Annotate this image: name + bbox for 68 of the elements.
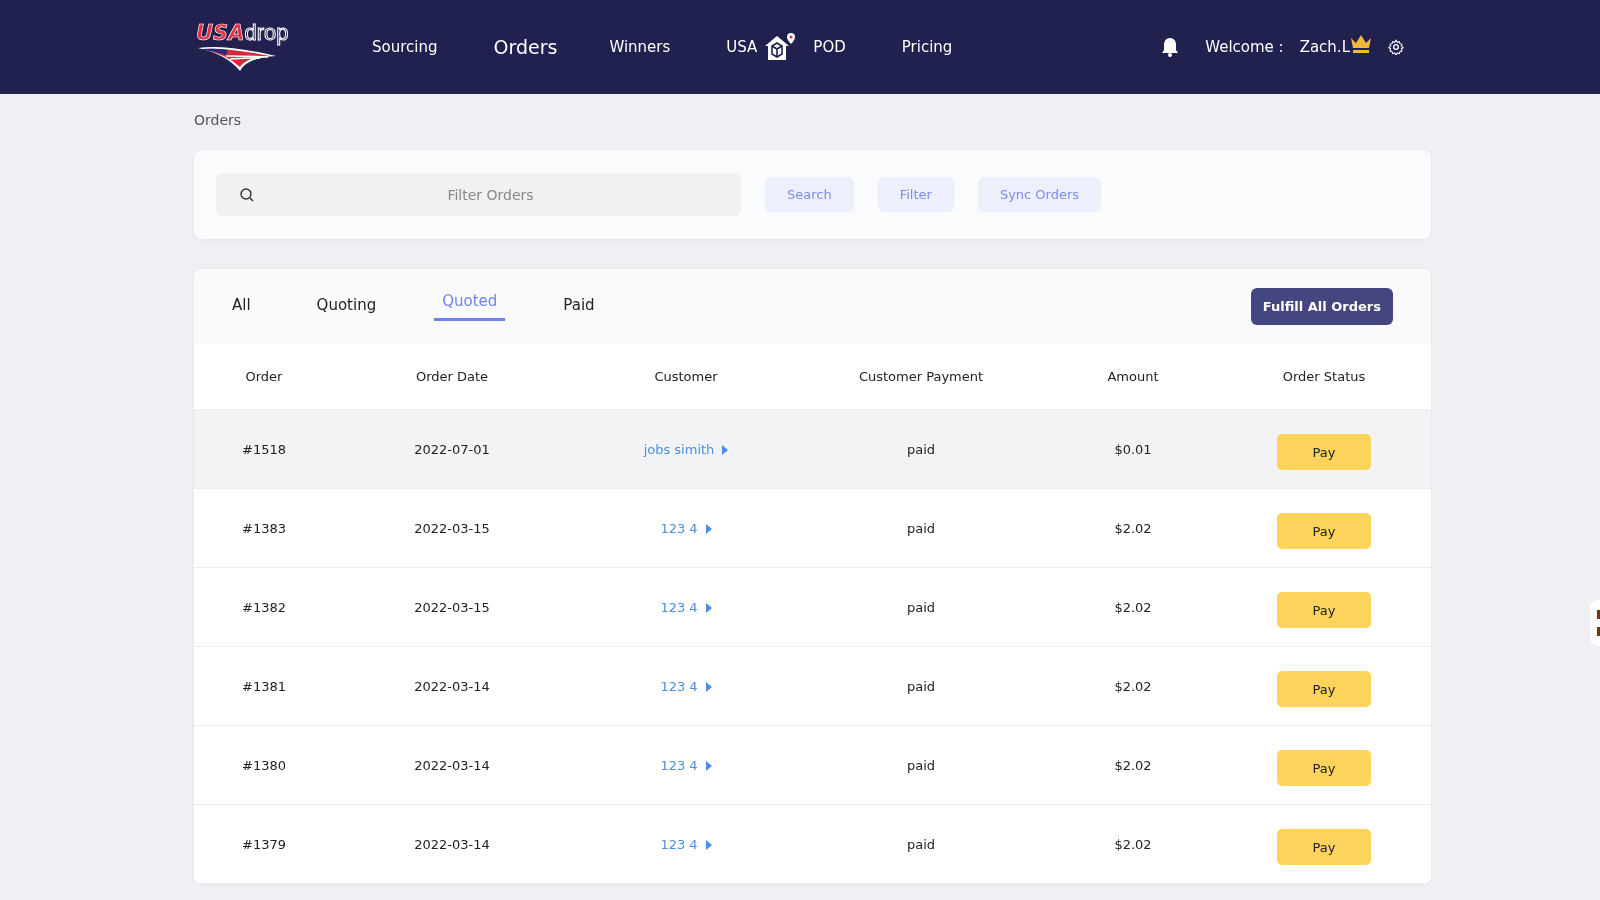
nav-link[interactable]: Orders — [493, 36, 558, 58]
table-cell-text: 2022-03-14 — [413, 757, 491, 773]
search-field[interactable]: Filter Orders — [216, 173, 741, 216]
table-cell-text: $2.02 — [1113, 836, 1153, 852]
table-cell-text: paid — [905, 678, 937, 694]
table-cell-text: #1382 — [241, 599, 287, 615]
caret-icon — [705, 524, 712, 534]
breadcrumb: Orders — [194, 112, 242, 128]
table-cell-text: $2.02 — [1113, 599, 1153, 615]
nav-text: USA — [726, 38, 758, 56]
table-cell-text: 2022-07-01 — [413, 441, 491, 457]
customer-link[interactable]: 123 4 — [660, 836, 698, 852]
column-header: Customer Payment — [857, 369, 985, 384]
table-cell-text: $2.02 — [1113, 757, 1153, 773]
side-tab[interactable] — [1590, 600, 1600, 646]
table-cell-text: paid — [905, 441, 937, 457]
caret-icon — [722, 445, 729, 455]
caret-icon — [705, 840, 712, 850]
fulfill-all-button[interactable]: Fulfill All Orders — [1250, 288, 1393, 325]
table-cell-text: $2.02 — [1113, 520, 1153, 536]
nav-link[interactable]: Sourcing — [372, 38, 438, 56]
customer-link[interactable]: 123 4 — [660, 757, 698, 773]
caret-icon — [705, 603, 712, 613]
column-header: Amount — [1106, 369, 1160, 384]
table-cell-text: paid — [905, 836, 937, 852]
nav-link[interactable]: Pricing — [901, 38, 953, 56]
table-cell-text: 2022-03-14 — [413, 836, 491, 852]
column-header: Order — [244, 369, 284, 384]
status-tab[interactable]: Quoting — [308, 296, 385, 317]
nav-link[interactable]: USA POD — [726, 32, 846, 62]
table-cell-text: #1379 — [241, 836, 287, 852]
table-cell-text: $0.01 — [1113, 441, 1153, 457]
column-header: Order Date — [414, 369, 490, 384]
pay-button[interactable]: Pay — [1277, 513, 1371, 549]
column-header: Customer — [653, 369, 719, 384]
pay-button[interactable]: Pay — [1277, 434, 1371, 470]
pay-button[interactable]: Pay — [1277, 750, 1371, 786]
table-cell-text: #1383 — [241, 520, 287, 536]
table-cell-text: paid — [905, 520, 937, 536]
table-cell-text: 2022-03-15 — [413, 520, 491, 536]
caret-icon — [705, 682, 712, 692]
customer-link[interactable]: 123 4 — [660, 520, 698, 536]
table-cell-text: 2022-03-14 — [413, 678, 491, 694]
table-cell-text: paid — [905, 599, 937, 615]
table-cell-text: #1518 — [241, 441, 287, 457]
table-cell-text: $2.02 — [1113, 678, 1153, 694]
settings-icon[interactable] — [1388, 39, 1404, 55]
column-header: Order Status — [1281, 369, 1367, 384]
table-cell-text: paid — [905, 757, 937, 773]
crown-icon — [1350, 33, 1372, 53]
user-name: Zach.L — [1299, 38, 1350, 56]
pay-button[interactable]: Pay — [1277, 829, 1371, 865]
table-cell-text: #1380 — [241, 757, 287, 773]
status-tab[interactable]: All — [224, 296, 259, 317]
nav-link[interactable]: Winners — [609, 38, 671, 56]
table-cell-text: 2022-03-15 — [413, 599, 491, 615]
table-cell-text: #1381 — [241, 678, 287, 694]
house-pin-icon — [763, 32, 798, 62]
logo-wordmark: USAdrop — [196, 22, 289, 44]
caret-icon — [705, 761, 712, 771]
customer-link[interactable]: 123 4 — [660, 678, 698, 694]
pay-button[interactable]: Pay — [1277, 592, 1371, 628]
status-tab[interactable]: Paid — [555, 296, 603, 317]
nav-text: POD — [813, 38, 846, 56]
welcome-label: Welcome : — [1205, 38, 1284, 56]
customer-link[interactable]: 123 4 — [660, 599, 698, 615]
pay-button[interactable]: Pay — [1277, 671, 1371, 707]
bell-icon[interactable] — [1161, 37, 1180, 57]
